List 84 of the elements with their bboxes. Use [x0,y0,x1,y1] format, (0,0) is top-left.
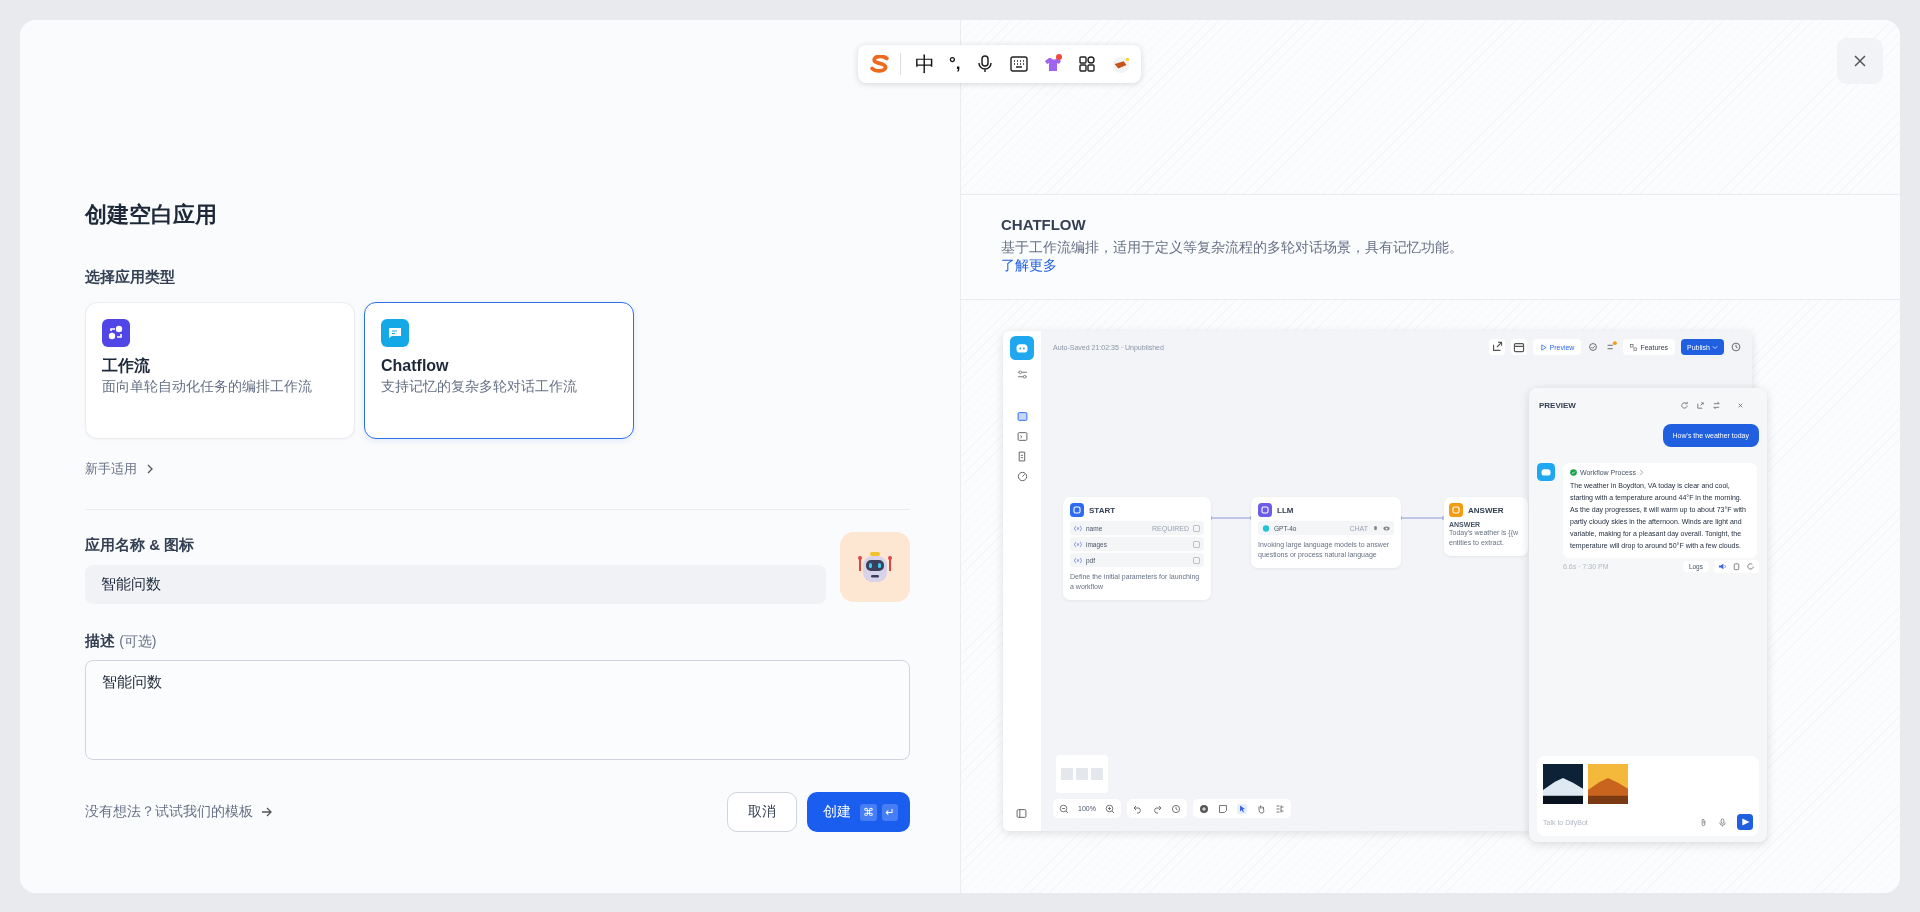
robot-avatar-icon[interactable] [840,532,910,602]
learn-more-link[interactable]: 了解更多 [1001,258,1057,273]
send-button[interactable] [1737,814,1753,830]
app-type-name: 工作流 [102,356,151,376]
node-icon [1258,503,1272,517]
node-icon [1449,503,1463,517]
app-type-card[interactable]: 工作流 面向单轮自动化任务的编排工作流 [85,302,355,439]
robot-icon [1537,463,1555,481]
section-label: 选择应用类型 [85,267,176,287]
paperclip-icon[interactable] [1699,817,1708,827]
gauge-icon[interactable] [1016,471,1028,482]
variable-icon [1074,524,1082,532]
field-label: 描述 [85,632,115,649]
arrow-right-icon [261,807,273,817]
sidebar-toggle-icon[interactable] [1016,808,1027,819]
sliders-icon[interactable] [1016,369,1028,380]
workflow-icon [102,319,130,347]
layout-icon[interactable] [1274,803,1285,814]
model-icon [1262,524,1270,532]
create-button[interactable]: 创建 ⌘ ↵ [807,792,910,832]
app-type-description: 支持记忆的复杂多轮对话工作流 [381,378,578,396]
field-label: 应用名称 & 图标 [85,535,196,555]
type-title: CHATFLOW [1001,215,1087,235]
history-icon[interactable] [1730,341,1742,353]
success-icon [1570,469,1577,476]
hand-icon[interactable] [1255,803,1266,814]
share-icon[interactable] [1488,339,1505,355]
robot-icon [1010,336,1034,360]
app-type-description: 面向单轮自动化任务的编排工作流 [102,378,313,396]
speaker-icon[interactable] [1718,562,1727,571]
dialog-title: 创建空白应用 [85,201,218,229]
template-link[interactable]: 没有想法？试试我们的模板 [85,803,273,821]
checklist-icon[interactable] [1587,341,1600,353]
calendar-icon[interactable] [1510,339,1527,355]
shortcut-key: ↵ [882,803,898,821]
undo-icon[interactable] [1132,803,1143,814]
pointer-icon[interactable] [1236,803,1247,814]
node-icon [1070,503,1084,517]
type-description: 基于工作流编排，适用于定义等复杂流程的多轮对话场景，具有记忆功能。 [1001,240,1463,255]
language-toggle[interactable]: 中 [915,52,935,76]
redo-icon[interactable] [1151,803,1162,814]
play-icon [1539,343,1547,351]
copy-icon[interactable] [1732,562,1741,571]
panel-title: PREVIEW [1539,400,1577,410]
swap-icon[interactable] [1712,400,1721,410]
close-icon [1852,53,1868,69]
node-title: LLM [1277,505,1294,515]
beginner-link[interactable]: 新手适用 [85,459,155,479]
logo-icon[interactable] [868,55,892,73]
connector-line [1210,516,1252,520]
description-field[interactable]: 智能问数 [85,660,910,760]
keyboard-icon[interactable] [1008,54,1029,74]
zoom-in-icon[interactable] [1104,803,1115,814]
node-title: START [1089,505,1116,515]
chevron-right-icon [145,464,155,474]
app-type-card[interactable]: Chatflow 支持记忆的复杂多轮对话工作流 [364,302,634,439]
app-type-name: Chatflow [381,356,450,376]
features-icon [1630,343,1638,351]
node-title: ANSWER [1468,505,1504,515]
mascot-icon[interactable] [1110,54,1131,74]
window-icon[interactable] [1016,411,1028,422]
apps-icon[interactable] [1076,54,1097,74]
variable-icon [1074,540,1082,548]
variable-icon [1074,556,1082,564]
history-icon[interactable] [1170,803,1181,814]
optional-hint: (可选) [119,633,157,649]
connector-line [1400,516,1444,520]
note-icon[interactable] [1217,803,1228,814]
eye-icon [1383,524,1390,532]
close-button[interactable] [1837,38,1883,84]
refresh-icon[interactable] [1746,562,1755,571]
name-field[interactable]: 智能问数 [85,565,826,604]
shortcut-key: ⌘ [860,803,877,821]
caret-down-icon [1712,344,1718,350]
microphone-icon [1372,524,1379,532]
shirt-icon[interactable] [1042,54,1063,74]
zoom-out-icon[interactable] [1059,803,1069,814]
add-node-icon[interactable] [1198,803,1209,814]
document-icon[interactable] [1016,451,1028,462]
cancel-button[interactable]: 取消 [727,792,797,832]
punctuation-toggle[interactable]: °, [949,52,961,76]
chat-icon [381,319,409,347]
terminal-icon[interactable] [1016,431,1028,442]
refresh-icon[interactable] [1680,400,1689,410]
